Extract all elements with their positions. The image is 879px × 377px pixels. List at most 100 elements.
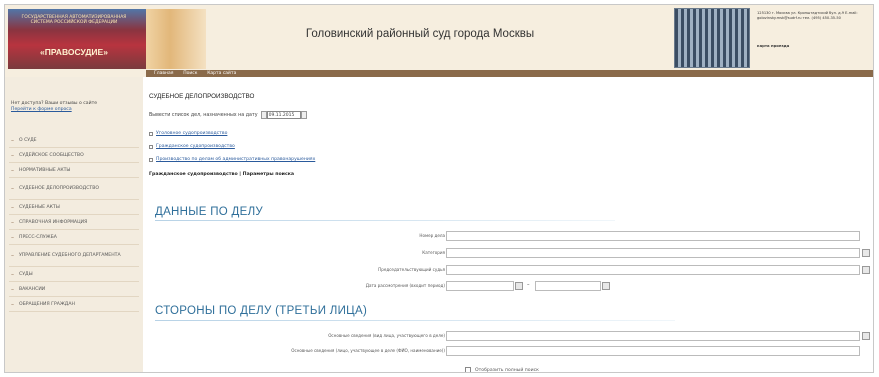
party-type-input[interactable]: [446, 331, 860, 341]
sidebar-item-department[interactable]: – УПРАВЛЕНИЕ СУДЕБНОГО ДЕПАРТАМЕНТА: [9, 245, 139, 267]
page-frame: ГОСУДАРСТВЕННАЯ АВТОМАТИЗИРОВАННАЯ СИСТЕ…: [4, 4, 874, 373]
date-filter: Вывести список дел, назначенных на дату …: [149, 111, 307, 119]
link-civil[interactable]: Гражданское судопроизводство: [149, 140, 315, 153]
case-number-input[interactable]: [446, 231, 860, 241]
list-picker-button[interactable]: [862, 249, 870, 257]
link-label: Уголовное судопроизводство: [156, 131, 228, 136]
bullet-icon: –: [11, 300, 14, 308]
page-title: СУДЕБНОЕ ДЕЛОПРОИЗВОДСТВО: [149, 93, 255, 100]
sidebar-item-court-acts[interactable]: – СУДЕБНЫЕ АКТЫ: [9, 200, 139, 215]
judge-input[interactable]: [446, 265, 860, 275]
field-label: Основные сведения (лицо, участвующее в д…: [291, 348, 445, 353]
field-party-type: Основные сведения (вид лица, участвующег…: [147, 331, 873, 343]
address-text: 125130 г. Москва ул. Кронштадтский бул. …: [757, 11, 858, 20]
bullet-icon: –: [11, 218, 14, 226]
bullet-icon: –: [11, 270, 14, 278]
sidebar-item-label: ВАКАНСИИ: [19, 286, 46, 292]
sidebar-item-label: СПРАВОЧНАЯ ИНФОРМАЦИЯ: [19, 219, 88, 225]
sidebar-item-label: О СУДЕ: [19, 137, 37, 143]
sidebar-item-judges[interactable]: – СУДЕЙСКОЕ СООБЩЕСТВО: [9, 148, 139, 163]
date-input[interactable]: 09.11.2015: [266, 111, 301, 119]
court-building-image: [674, 8, 750, 68]
list-picker-button[interactable]: [862, 266, 870, 274]
party-name-input[interactable]: [446, 346, 860, 356]
sidebar-item-acts[interactable]: – НОРМАТИВНЫЕ АКТЫ: [9, 163, 139, 178]
range-dash: –: [527, 282, 530, 288]
next-date-button[interactable]: [300, 111, 307, 119]
link-label: Производство по делам об административны…: [156, 157, 316, 162]
site-header: ГОСУДАРСТВЕННАЯ АВТОМАТИЗИРОВАННАЯ СИСТЕ…: [5, 5, 873, 77]
logo-title: «ПРАВОСУДИЕ»: [40, 47, 108, 57]
nav-sitemap[interactable]: Карта сайта: [207, 71, 236, 76]
sidebar-item-proceedings[interactable]: – СУДЕБНОЕ ДЕЛОПРОИЗВОДСТВО: [9, 178, 139, 200]
top-nav: Главная Поиск Карта сайта: [146, 70, 873, 77]
sidebar-item-label: СУДЕБНЫЕ АКТЫ: [19, 204, 60, 210]
checkbox[interactable]: [465, 367, 471, 372]
sidebar-item-label: УПРАВЛЕНИЕ СУДЕБНОГО ДЕПАРТАМЕНТА: [19, 253, 121, 258]
link-criminal[interactable]: Уголовное судопроизводство: [149, 127, 315, 140]
nav-search[interactable]: Поиск: [183, 71, 197, 76]
field-party-name: Основные сведения (лицо, участвующее в д…: [147, 346, 873, 358]
sidebar-item-label: СУДЕБНОЕ ДЕЛОПРОИЗВОДСТВО: [19, 186, 100, 191]
date-from-input[interactable]: [446, 281, 514, 291]
field-category: Категория: [147, 248, 873, 260]
header-decoration-image: [146, 9, 206, 69]
date-to-input[interactable]: [535, 281, 601, 291]
proceedings-links: Уголовное судопроизводство Гражданское с…: [149, 127, 315, 166]
category-input[interactable]: [446, 248, 860, 258]
field-judge: Председательствующий судья: [147, 265, 873, 277]
sidebar-item-courts[interactable]: – СУДЫ: [9, 267, 139, 282]
field-label: Председательствующий судья: [378, 267, 445, 272]
calendar-icon[interactable]: [515, 282, 523, 290]
sidebar: Нет доступа? Ваши отзывы о сайте Перейти…: [5, 77, 143, 372]
bullet-icon: [149, 131, 153, 136]
sidebar-item-label: СУДЕЙСКОЕ СООБЩЕСТВО: [19, 152, 84, 158]
sidebar-item-label: СУДЫ: [19, 271, 33, 277]
bullet-icon: –: [11, 285, 14, 293]
link-label: Гражданское судопроизводство: [156, 144, 235, 149]
bullet-icon: –: [11, 166, 14, 174]
section-case-data: ДАННЫЕ ПО ДЕЛУ: [155, 206, 264, 218]
full-search-toggle[interactable]: Отобразить полный поиск: [465, 367, 539, 373]
breadcrumb: Гражданское судопроизводство | Параметры…: [149, 172, 295, 177]
bullet-icon: –: [11, 136, 14, 144]
logo-subtitle: ГОСУДАРСТВЕННАЯ АВТОМАТИЗИРОВАННАЯ СИСТЕ…: [21, 15, 127, 25]
bullet-icon: –: [11, 233, 14, 241]
nav-home[interactable]: Главная: [154, 71, 173, 76]
bullet-icon: –: [11, 203, 14, 211]
date-label: Вывести список дел, назначенных на дату: [149, 112, 258, 118]
bullet-icon: –: [11, 252, 14, 259]
section-divider: [155, 320, 675, 321]
sidebar-menu: – О СУДЕ – СУДЕЙСКОЕ СООБЩЕСТВО – НОРМАТИВН…: [9, 133, 139, 312]
sidebar-item-label: ПРЕСС-СЛУЖБА: [19, 234, 57, 240]
section-parties: СТОРОНЫ ПО ДЕЛУ (ТРЕТЬИ ЛИЦА): [155, 305, 368, 317]
court-name: Головинский районный суд города Москвы: [305, 28, 535, 40]
field-label: Дата рассмотрения (входит период): [365, 283, 445, 288]
map-link[interactable]: карта проезда: [757, 43, 867, 48]
list-picker-button[interactable]: [862, 332, 870, 340]
field-label: Номер дела: [419, 233, 445, 238]
calendar-icon[interactable]: [602, 282, 610, 290]
bullet-icon: [149, 144, 153, 149]
bullet-icon: –: [11, 151, 14, 159]
checkbox-label: Отобразить полный поиск: [475, 367, 539, 373]
pravosudie-logo[interactable]: ГОСУДАРСТВЕННАЯ АВТОМАТИЗИРОВАННАЯ СИСТЕ…: [8, 9, 146, 69]
sidebar-item-reference[interactable]: – СПРАВОЧНАЯ ИНФОРМАЦИЯ: [9, 215, 139, 230]
link-administrative[interactable]: Производство по делам об административны…: [149, 153, 315, 166]
sidebar-item-vacancies[interactable]: – ВАКАНСИИ: [9, 282, 139, 297]
bullet-icon: –: [11, 185, 14, 192]
sidebar-item-about[interactable]: – О СУДЕ: [9, 133, 139, 148]
bullet-icon: [149, 157, 153, 162]
sidebar-item-label: ОБРАЩЕНИЯ ГРАЖДАН: [19, 301, 75, 307]
court-address: 125130 г. Москва ул. Кронштадтский бул. …: [757, 11, 867, 48]
field-label: Категория: [422, 250, 445, 255]
sidebar-item-label: НОРМАТИВНЫЕ АКТЫ: [19, 167, 71, 173]
sidebar-item-press[interactable]: – ПРЕСС-СЛУЖБА: [9, 230, 139, 245]
field-case-number: Номер дела: [147, 231, 873, 243]
section-divider: [155, 220, 615, 221]
field-label: Основные сведения (вид лица, участвующег…: [328, 333, 445, 338]
sidebar-item-appeals[interactable]: – ОБРАЩЕНИЯ ГРАЖДАН: [9, 297, 139, 312]
feedback-link[interactable]: Перейти к форме опроса: [11, 107, 72, 112]
field-date-range: Дата рассмотрения (входит период) –: [147, 281, 873, 293]
feedback-notice: Нет доступа? Ваши отзывы о сайте Перейти…: [5, 77, 143, 113]
